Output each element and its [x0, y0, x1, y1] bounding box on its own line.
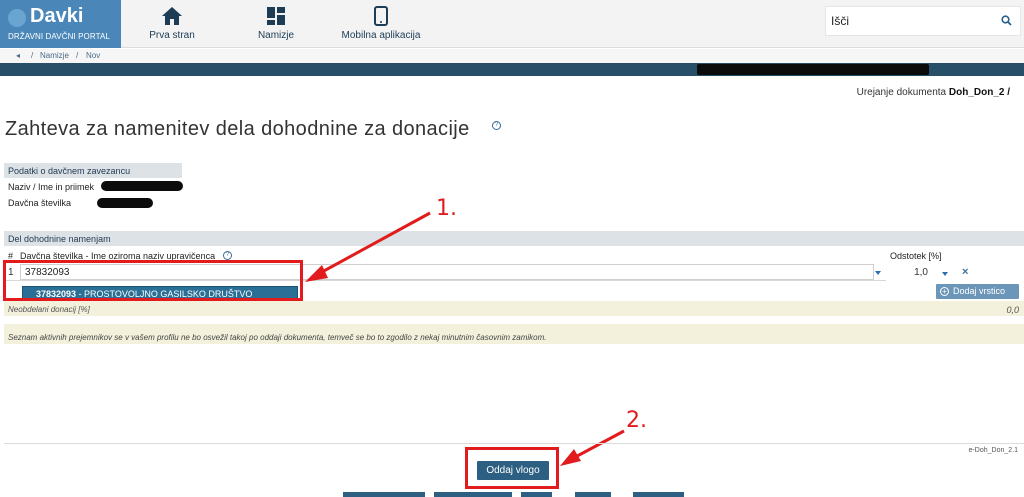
bottom-button[interactable] [434, 492, 512, 497]
bottom-button[interactable] [633, 492, 684, 497]
footer-divider [4, 443, 1024, 444]
annotation-label-2: 2. [626, 408, 647, 433]
bottom-button[interactable] [575, 492, 611, 497]
submit-button[interactable]: Oddaj vlogo [477, 461, 549, 480]
version-label: e-Doh_Don_2.1 [968, 447, 1018, 454]
annotation-arrows [305, 211, 625, 466]
annotation-label-1: 1. [436, 196, 457, 221]
bottom-button[interactable] [521, 492, 552, 497]
bottom-button[interactable] [343, 492, 425, 497]
